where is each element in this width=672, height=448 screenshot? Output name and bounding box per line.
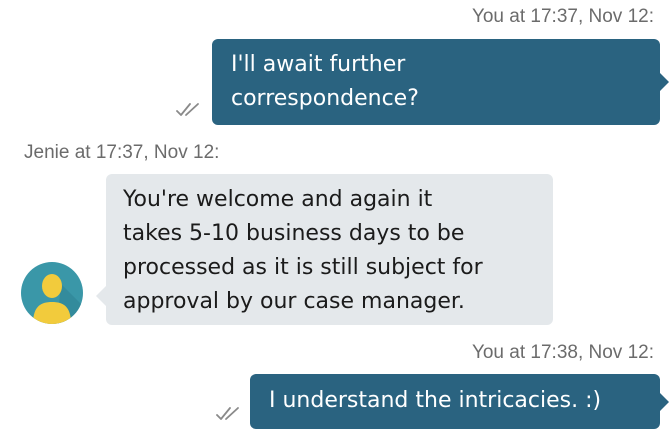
user-avatar-icon[interactable] [21,262,83,324]
outgoing-message-bubble[interactable]: I understand the intricacies. :) [250,374,669,429]
message-meta: You at 17:38, Nov 12: [471,342,654,363]
message-line: correspondence? [231,86,419,111]
message-line: approval by our case manager. [123,289,465,314]
message-line: I understand the intricacies. :) [269,388,602,413]
double-check-icon [176,103,199,116]
message-line: takes 5-10 business days to be [123,221,465,246]
outgoing-message-bubble[interactable]: I'll await further correspondence? [212,39,669,125]
incoming-message-bubble[interactable]: You're welcome and again it takes 5-10 b… [96,174,553,325]
double-check-icon [216,407,239,420]
message-meta: Jenie at 17:37, Nov 12: [24,142,220,163]
message-meta: You at 17:37, Nov 12: [471,6,654,27]
message-line: processed as it is still subject for [123,255,483,280]
message-line: I'll await further [231,52,406,77]
message-line: You're welcome and again it [123,187,433,212]
chat-transcript: You at 17:37, Nov 12: I'll await further… [0,0,672,448]
